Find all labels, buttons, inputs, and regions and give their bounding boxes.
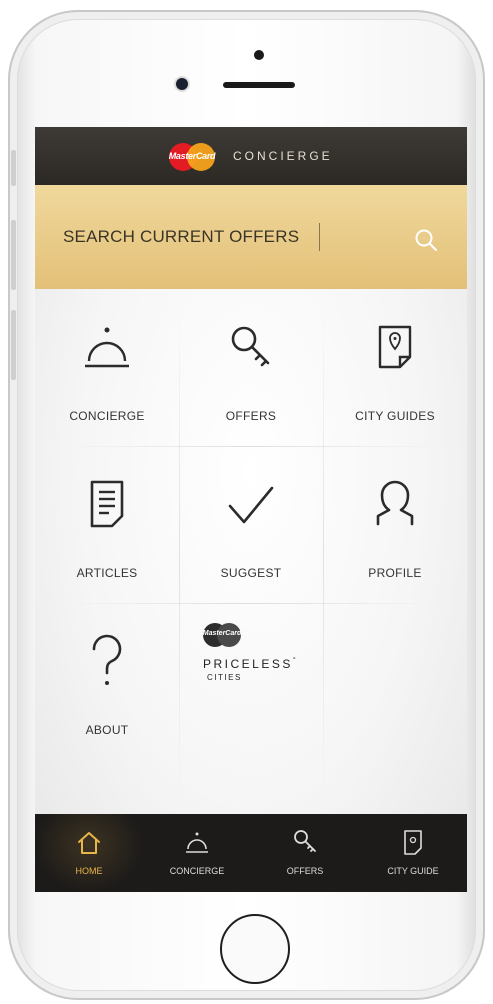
tab-label: HOME [75,866,103,876]
tab-label: CONCIERGE [169,866,225,876]
search-bar[interactable]: SEARCH CURRENT OFFERS [35,185,467,289]
grid-item-articles[interactable]: ARTICLES [35,446,179,603]
tab-label: CITY GUIDE [387,866,439,876]
grid-item-concierge[interactable]: CONCIERGE [35,289,179,446]
volume-up-button [11,220,16,290]
grid-item-label: CONCIERGE [69,409,145,423]
text-cursor [319,223,320,251]
grid-item-suggest[interactable]: SUGGEST [179,446,323,603]
search-icon[interactable] [413,227,439,253]
menu-grid: CONCIERGE OFFERS CITY GUIDES ARTICLES SU… [35,289,467,814]
tab-label: OFFERS [286,866,324,876]
earpiece-speaker [223,82,295,88]
app-title: CONCIERGE [233,149,333,163]
question-mark-icon [92,634,122,685]
header-bar: MasterCard CONCIERGE [35,127,467,185]
tab-concierge[interactable]: CONCIERGE [143,814,251,892]
grid-item-label: OFFERS [225,409,277,423]
bottom-tab-bar: HOME CONCIERGE OFFERS CITY GUIDE [35,814,467,892]
grid-item-label: ABOUT [85,723,129,737]
grid-item-label: PROFILE [368,566,422,580]
key-icon [294,830,316,852]
grid-item-offers[interactable]: OFFERS [179,289,323,446]
mute-switch [11,150,16,186]
priceless-cities-logo: MasterCard PRICELESS° CITIES [203,623,303,693]
proximity-sensor [254,50,264,60]
checkmark-icon [228,486,274,524]
grid-item-label: CITY GUIDES [355,409,435,423]
front-camera [176,78,188,90]
tab-offers[interactable]: OFFERS [251,814,359,892]
tab-city-guide[interactable]: CITY GUIDE [359,814,467,892]
grid-item-label: SUGGEST [220,566,282,580]
map-pin-page-icon [404,830,422,855]
volume-down-button [11,310,16,380]
grid-item-label: ARTICLES [76,566,138,580]
tab-home[interactable]: HOME [35,814,143,892]
key-icon [231,326,270,367]
mastercard-logo: MasterCard [163,143,221,171]
home-button[interactable] [220,914,290,984]
service-bell-icon [85,327,129,368]
map-pin-page-icon [378,325,412,369]
person-icon [376,480,414,526]
grid-item-profile[interactable]: PROFILE [323,446,467,603]
app-screen: MasterCard CONCIERGE SEARCH CURRENT OFFE… [35,127,467,892]
service-bell-icon [186,832,208,853]
document-icon [90,480,124,528]
search-input[interactable]: SEARCH CURRENT OFFERS [63,227,299,247]
grid-item-priceless-cities[interactable]: MasterCard PRICELESS° CITIES [179,603,323,760]
grid-item-city-guides[interactable]: CITY GUIDES [323,289,467,446]
home-icon [78,832,100,854]
grid-item-about[interactable]: ABOUT [35,603,179,760]
